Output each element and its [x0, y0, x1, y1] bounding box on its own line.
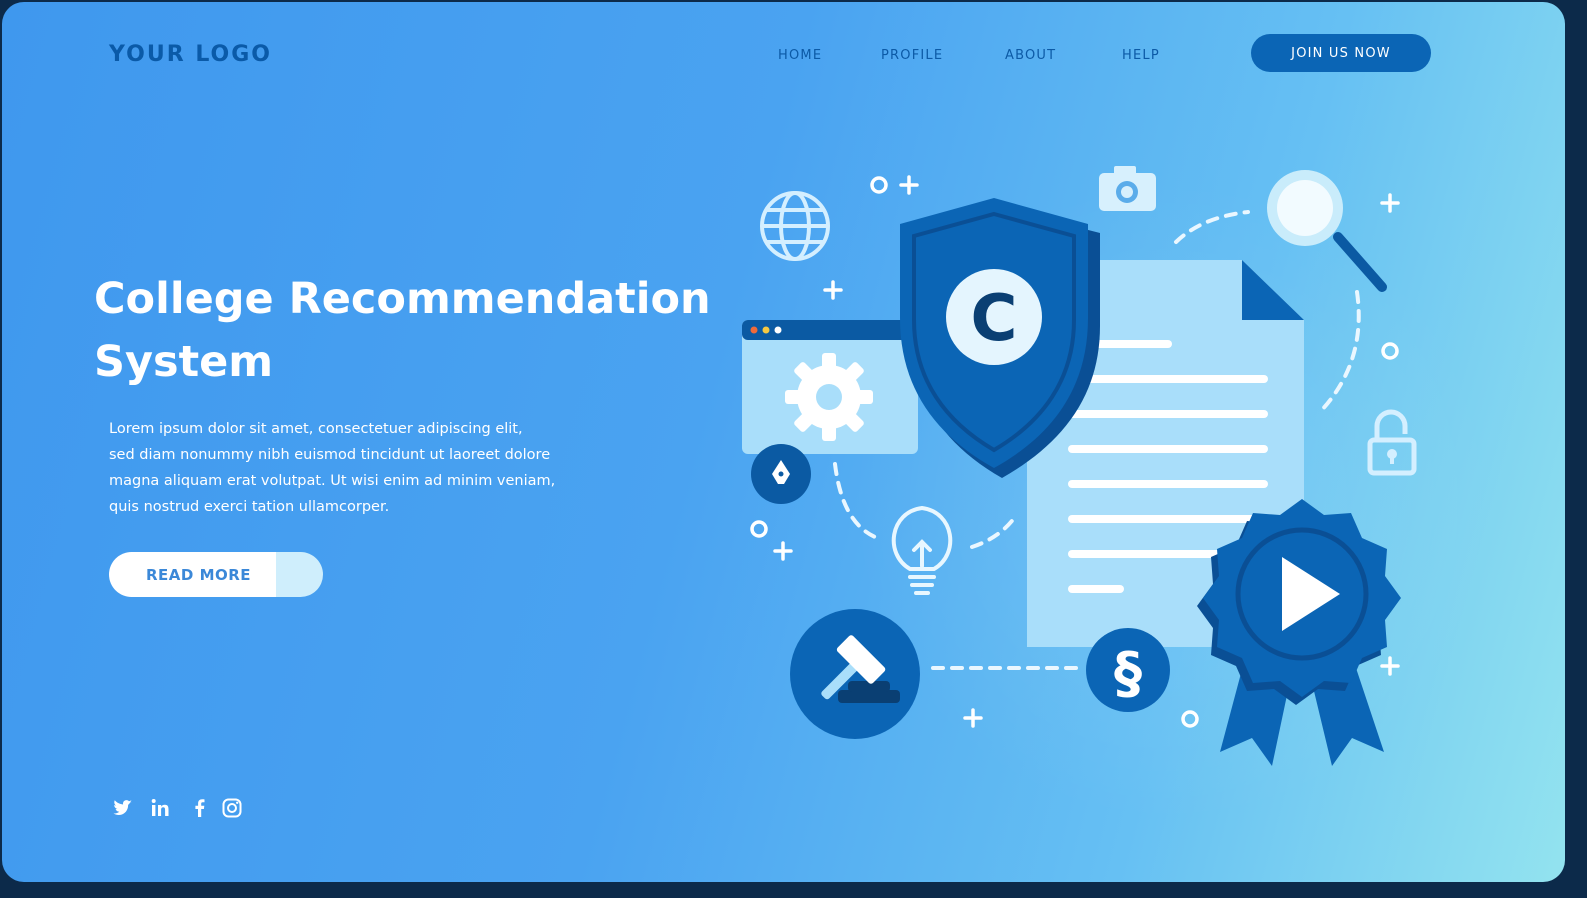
magnifier-icon	[1267, 170, 1387, 292]
landing-page: YOUR LOGO HOME PROFILE ABOUT HELP JOIN U…	[2, 2, 1565, 882]
plus-icon	[963, 708, 983, 728]
small-circle	[1381, 342, 1399, 360]
section-symbol-icon: §	[1086, 628, 1170, 712]
dashed-connector	[833, 462, 877, 539]
dashed-connector	[970, 512, 1019, 549]
dashed-connector	[1318, 290, 1361, 414]
gavel-icon	[790, 609, 920, 739]
padlock-icon	[1367, 409, 1417, 476]
plus-icon	[899, 175, 919, 195]
pen-nib-icon	[751, 444, 811, 504]
plus-icon	[823, 280, 843, 300]
small-circle	[750, 520, 768, 538]
plus-icon	[773, 541, 793, 561]
small-circle	[1181, 710, 1199, 728]
dashed-connector	[1174, 210, 1250, 244]
gear-icon	[785, 353, 873, 441]
lightbulb-icon	[891, 505, 953, 595]
shield-letter: C	[971, 282, 1018, 356]
browser-window	[742, 320, 918, 454]
plus-icon	[1380, 656, 1400, 676]
camera-icon	[1099, 166, 1156, 211]
plus-icon	[1380, 193, 1400, 213]
section-symbol: §	[1114, 641, 1142, 706]
globe-icon	[760, 191, 830, 261]
illustration: C §	[742, 166, 1417, 766]
small-circle	[870, 176, 888, 194]
